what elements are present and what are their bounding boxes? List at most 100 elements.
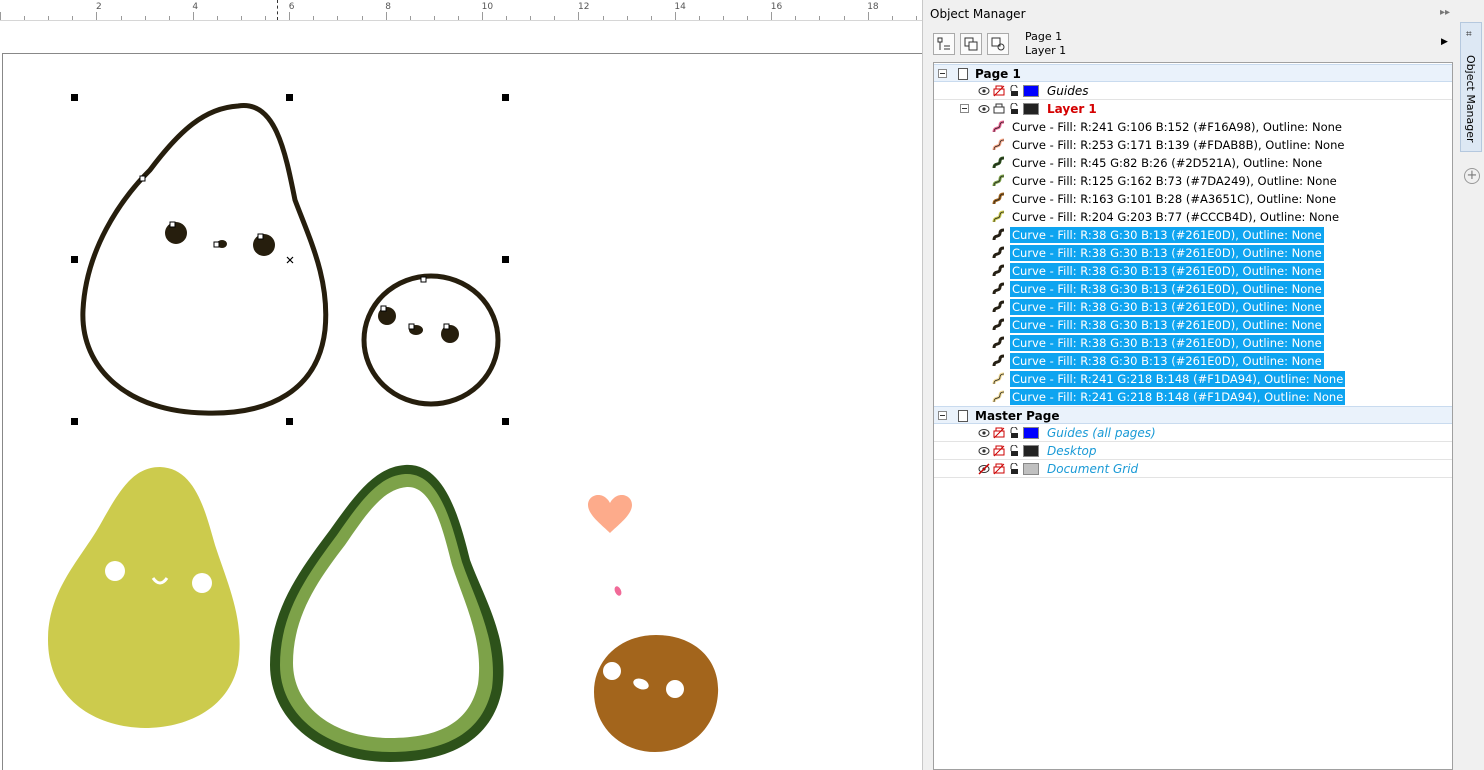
tree-master-guides[interactable]: Guides (all pages) (934, 424, 1452, 442)
blush-drop[interactable] (613, 585, 623, 597)
curve-icon (992, 228, 1005, 241)
node-handle[interactable] (213, 241, 220, 248)
yellow-pear-body[interactable] (48, 467, 240, 728)
drawing-canvas[interactable]: 2 4 6 8 10 12 14 16 18 (0, 0, 922, 770)
node-handle[interactable] (139, 175, 146, 182)
tree-layer-guides[interactable]: Guides (934, 82, 1452, 100)
pit-outline-shape[interactable] (361, 273, 501, 407)
tree-curve-row[interactable]: Curve - Fill: R:241 G:218 B:148 (#F1DA94… (934, 370, 1452, 388)
yellow-pear-left-eye[interactable] (105, 561, 125, 581)
object-properties-icon (937, 37, 950, 50)
curve-icon (992, 390, 1005, 403)
handle-top-center[interactable] (286, 94, 293, 101)
avocado[interactable] (270, 464, 504, 762)
print-icon[interactable] (993, 445, 1005, 457)
eye-icon[interactable] (978, 103, 990, 115)
handle-bottom-center[interactable] (286, 418, 293, 425)
curve-icon (992, 336, 1005, 349)
tree-curve-row[interactable]: Curve - Fill: R:241 G:218 B:148 (#F1DA94… (934, 388, 1452, 406)
print-icon[interactable] (993, 427, 1005, 439)
eye-icon[interactable] (978, 85, 990, 97)
tree-curve-row[interactable]: Curve - Fill: R:38 G:30 B:13 (#261E0D), … (934, 226, 1452, 244)
eye-hidden-icon[interactable] (978, 463, 990, 475)
lock-icon[interactable] (1008, 103, 1020, 115)
handle-bottom-right[interactable] (502, 418, 509, 425)
curve-label: Curve - Fill: R:204 G:203 B:77 (#CCCB4D)… (1012, 210, 1340, 224)
eye-icon[interactable] (978, 445, 990, 457)
layer-manager-view-button[interactable] (987, 33, 1009, 55)
tree-master-page[interactable]: Master Page (934, 406, 1452, 424)
flyout-arrow-icon[interactable]: ▶ (1441, 37, 1448, 47)
brown-pit-right-eye[interactable] (666, 680, 684, 698)
node-handle[interactable] (257, 233, 264, 240)
tree-curve-row[interactable]: Curve - Fill: R:241 G:106 B:152 (#F16A98… (934, 118, 1452, 136)
double-arrow-icon[interactable]: ▸▸ (1440, 7, 1450, 18)
brown-pit[interactable] (594, 635, 719, 752)
brown-pit-left-eye[interactable] (603, 662, 621, 680)
layers-edit-icon (964, 37, 978, 51)
object-tree[interactable]: Page 1 Guides Layer 1 Curve - Fill: R:24… (933, 62, 1453, 770)
desktop-color-swatch (1023, 445, 1039, 457)
pit-outline-drawing[interactable] (361, 273, 501, 407)
print-icon[interactable] (993, 85, 1005, 97)
lock-icon[interactable] (1008, 427, 1020, 439)
handle-middle-right[interactable] (502, 256, 509, 263)
tree-master-desktop[interactable]: Desktop (934, 442, 1452, 460)
eye-icon[interactable] (978, 427, 990, 439)
tree-layer-1[interactable]: Layer 1 (934, 100, 1452, 118)
yellow-pear-right-eye[interactable] (192, 573, 212, 593)
tree-curve-row[interactable]: Curve - Fill: R:38 G:30 B:13 (#261E0D), … (934, 352, 1452, 370)
tree-curve-row[interactable]: Curve - Fill: R:253 G:171 B:139 (#FDAB8B… (934, 136, 1452, 154)
layer-label: Guides (all pages) (1047, 426, 1156, 440)
layer-manager-icon (991, 37, 1005, 51)
add-docker-icon[interactable]: + (1464, 168, 1480, 184)
tree-master-document-grid[interactable]: Document Grid (934, 460, 1452, 478)
tree-curve-row[interactable]: Curve - Fill: R:45 G:82 B:26 (#2D521A), … (934, 154, 1452, 172)
handle-bottom-left[interactable] (71, 418, 78, 425)
tree-curve-row[interactable]: Curve - Fill: R:125 G:162 B:73 (#7DA249)… (934, 172, 1452, 190)
collapse-icon[interactable] (938, 69, 947, 78)
handle-top-left[interactable] (71, 94, 78, 101)
tree-page-1[interactable]: Page 1 (934, 64, 1452, 82)
curve-icon (992, 138, 1005, 151)
pear-right-eye[interactable] (253, 234, 275, 256)
page-icon (958, 410, 968, 422)
curve-label: Curve - Fill: R:241 G:106 B:152 (#F16A98… (1012, 120, 1342, 134)
tree-curve-row[interactable]: Curve - Fill: R:38 G:30 B:13 (#261E0D), … (934, 298, 1452, 316)
tree-curve-row[interactable]: Curve - Fill: R:38 G:30 B:13 (#261E0D), … (934, 316, 1452, 334)
tree-curve-row[interactable]: Curve - Fill: R:38 G:30 B:13 (#261E0D), … (934, 334, 1452, 352)
node-handle[interactable] (420, 276, 427, 283)
curve-icon (992, 318, 1005, 331)
node-handle[interactable] (380, 305, 387, 312)
print-icon[interactable] (993, 103, 1005, 115)
node-handle[interactable] (408, 323, 415, 330)
docker-tab-object-manager[interactable]: ⌗ Object Manager (1460, 22, 1482, 152)
node-handle[interactable] (443, 323, 450, 330)
tree-curve-row[interactable]: Curve - Fill: R:204 G:203 B:77 (#CCCB4D)… (934, 208, 1452, 226)
lock-icon[interactable] (1008, 463, 1020, 475)
yellow-pear[interactable] (48, 467, 240, 728)
handle-middle-left[interactable] (71, 256, 78, 263)
docker-tab-label: Object Manager (1464, 55, 1477, 143)
collapse-icon[interactable] (938, 411, 947, 420)
tree-curve-row[interactable]: Curve - Fill: R:38 G:30 B:13 (#261E0D), … (934, 262, 1452, 280)
grid-color-swatch (1023, 463, 1039, 475)
node-handle[interactable] (169, 221, 176, 228)
pear-left-eye[interactable] (165, 222, 187, 244)
edit-across-layers-button[interactable] (960, 33, 982, 55)
collapse-icon[interactable] (960, 104, 969, 113)
curve-label: Curve - Fill: R:241 G:218 B:148 (#F1DA94… (1010, 371, 1346, 387)
handle-top-right[interactable] (502, 94, 509, 101)
heart-shape[interactable] (588, 495, 632, 533)
curve-label: Curve - Fill: R:38 G:30 B:13 (#261E0D), … (1010, 263, 1324, 279)
curve-label: Curve - Fill: R:125 G:162 B:73 (#7DA249)… (1012, 174, 1337, 188)
lock-icon[interactable] (1008, 85, 1020, 97)
tree-curve-row[interactable]: Curve - Fill: R:38 G:30 B:13 (#261E0D), … (934, 280, 1452, 298)
tree-curve-row[interactable]: Curve - Fill: R:38 G:30 B:13 (#261E0D), … (934, 244, 1452, 262)
lock-icon[interactable] (1008, 445, 1020, 457)
show-object-properties-button[interactable] (933, 33, 955, 55)
brown-pit-body[interactable] (594, 635, 719, 752)
artwork[interactable] (0, 0, 922, 770)
print-icon[interactable] (993, 463, 1005, 475)
tree-curve-row[interactable]: Curve - Fill: R:163 G:101 B:28 (#A3651C)… (934, 190, 1452, 208)
